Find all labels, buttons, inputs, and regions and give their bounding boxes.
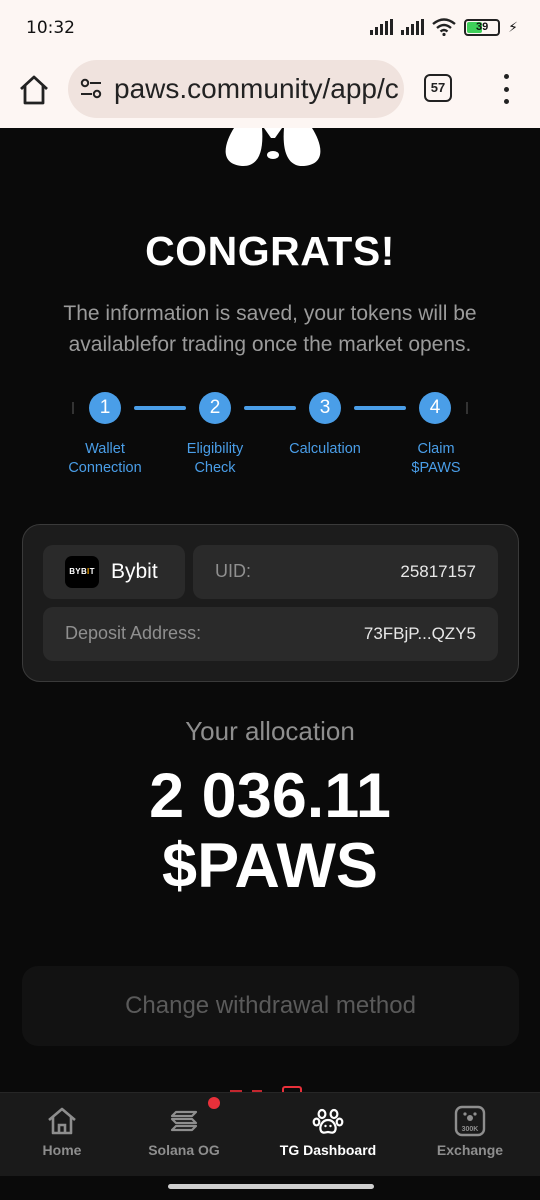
- battery-icon: 39: [464, 18, 501, 36]
- wifi-icon: [432, 18, 456, 36]
- step-3-label: Calculation: [289, 441, 361, 457]
- stepper-edge-right: [466, 402, 468, 414]
- change-withdrawal-button[interactable]: Change withdrawal method: [22, 966, 519, 1046]
- exchange-name: Bybit: [111, 560, 158, 583]
- notification-badge: [208, 1097, 220, 1109]
- tab-count: 57: [430, 80, 446, 95]
- more-menu-icon[interactable]: [496, 74, 516, 104]
- step-4-indicator: 4: [419, 392, 451, 424]
- nav-home[interactable]: Home: [2, 1093, 122, 1177]
- deposit-address-value: 73FBjP...QZY5: [363, 624, 476, 643]
- signal-icon: [370, 19, 394, 35]
- nav-solana-og-label: Solana OG: [148, 1142, 220, 1158]
- exchange-details-card: BYBIT Bybit UID: 25817157 Deposit Addres…: [22, 524, 519, 682]
- step-connector: [354, 406, 406, 410]
- step-2-label: Eligibility Check: [186, 441, 244, 476]
- deposit-address-field: Deposit Address: 73FBjP...QZY5: [43, 607, 498, 661]
- progress-stepper: 1 2 3 4 Wallet Connection Eligibility Ch…: [0, 392, 540, 482]
- allocation-label: Your allocation: [185, 716, 355, 746]
- step-2-indicator: 2: [199, 392, 231, 424]
- status-icons: 39 ⚡: [370, 18, 518, 36]
- tabs-button[interactable]: 57: [424, 74, 452, 102]
- uid-field: UID: 25817157: [193, 545, 498, 599]
- battery-level: 39: [476, 20, 489, 33]
- nav-home-label: Home: [42, 1142, 82, 1158]
- uid-label: UID:: [215, 561, 251, 581]
- deposit-address-label: Deposit Address:: [65, 623, 202, 643]
- exchange-selector[interactable]: BYBIT Bybit: [43, 545, 185, 599]
- home-icon[interactable]: [16, 72, 52, 108]
- step-4-label: Claim $PAWS: [411, 441, 461, 476]
- status-time: 10:32: [26, 18, 75, 38]
- address-bar[interactable]: paws.community/app/c: [68, 60, 404, 118]
- uid-value: 25817157: [400, 562, 476, 581]
- nav-exchange-label: Exchange: [436, 1142, 504, 1158]
- home-indicator[interactable]: [168, 1184, 374, 1189]
- charging-icon: ⚡: [508, 18, 518, 35]
- bybit-logo-icon: BYBIT: [65, 556, 99, 588]
- exchange-icon: 300K: [454, 1105, 486, 1137]
- nav-tg-dashboard-label: TG Dashboard: [279, 1142, 377, 1158]
- page-title: CONGRATS!: [145, 228, 395, 274]
- home-icon: [48, 1107, 76, 1135]
- paw-icon: [312, 1108, 344, 1134]
- step-3-indicator: 3: [309, 392, 341, 424]
- site-settings-icon[interactable]: [80, 78, 102, 100]
- signal-icon: [401, 19, 425, 35]
- stepper-edge-left: [72, 402, 74, 414]
- paws-mascot-icon: [225, 128, 321, 167]
- solana-icon: [170, 1110, 198, 1132]
- browser-toolbar: paws.community/app/c 57: [0, 58, 540, 128]
- url-text[interactable]: paws.community/app/c: [114, 73, 399, 105]
- nav-exchange[interactable]: 300K Exchange: [410, 1093, 530, 1177]
- exchange-icon-text: 300K: [462, 1126, 479, 1133]
- step-connector: [134, 406, 186, 410]
- step-connector: [244, 406, 296, 410]
- step-1-indicator: 1: [89, 392, 121, 424]
- page-subtitle: The information is saved, your tokens wi…: [63, 302, 477, 356]
- nav-tg-dashboard[interactable]: TG Dashboard: [268, 1093, 388, 1177]
- allocation-token: $PAWS: [162, 831, 378, 901]
- nav-solana-og[interactable]: Solana OG: [124, 1093, 244, 1177]
- allocation-amount: 2 036.11: [149, 761, 391, 831]
- step-1-label: Wallet Connection: [68, 441, 142, 476]
- status-bar: 10:32 39 ⚡: [0, 0, 540, 58]
- bottom-navigation: Home Solana OG TG Dashboard 300K Exchang…: [0, 1092, 540, 1176]
